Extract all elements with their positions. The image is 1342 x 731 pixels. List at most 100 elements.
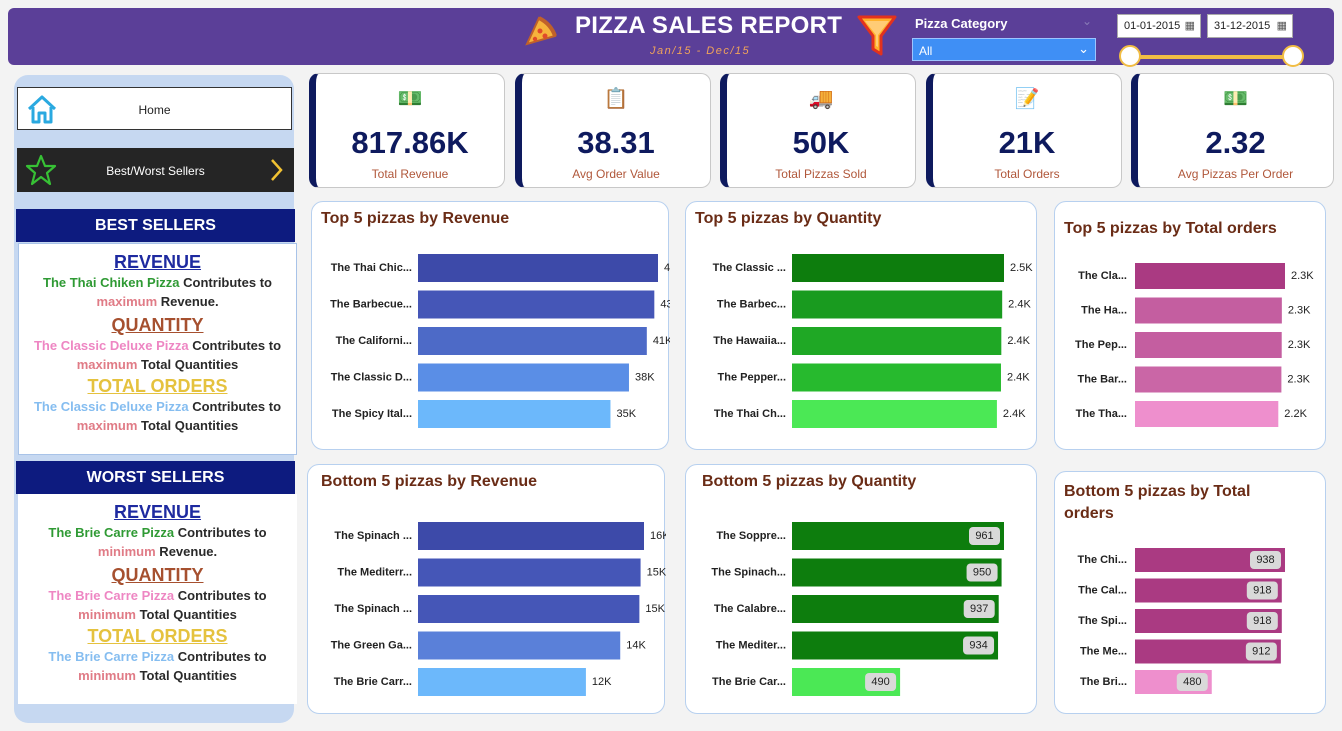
date-slider-track[interactable] <box>1130 55 1293 59</box>
bar[interactable] <box>792 290 1003 319</box>
category-tick-label: The Soppre... <box>716 530 786 542</box>
worst-sellers-heading: WORST SELLERS <box>16 461 295 494</box>
category-tick-label: The Thai Ch... <box>714 408 786 420</box>
kpi-label: Avg Pizzas Per Order <box>1177 167 1294 181</box>
category-tick-label: The Cla... <box>1078 270 1127 282</box>
category-tick-label: The Ha... <box>1081 304 1127 316</box>
category-tick-label: The Classic ... <box>713 262 786 274</box>
date-slider-start-handle[interactable] <box>1119 45 1141 67</box>
category-tick-label: The Spinach ... <box>334 603 412 615</box>
chart-card-top-revenue: Top 5 pizzas by Revenue The Thai Chic...… <box>311 201 670 450</box>
pizza-category-label: Pizza Category <box>915 16 1008 31</box>
category-tick-label: The Barbec... <box>717 298 786 310</box>
bar[interactable] <box>1135 401 1279 427</box>
bar[interactable] <box>418 290 655 319</box>
best-quantity-title: QUANTITY <box>111 315 204 335</box>
category-tick-label: The Pep... <box>1075 339 1127 351</box>
chevron-right-icon <box>271 159 283 181</box>
bar[interactable] <box>418 363 629 392</box>
bar[interactable] <box>418 631 621 660</box>
category-tick-label: The Classic D... <box>331 371 412 383</box>
category-tick-label: The Tha... <box>1076 408 1127 420</box>
end-date-input[interactable]: 31-12-2015 ▦ <box>1207 14 1293 38</box>
worst-quantity-title: QUANTITY <box>111 565 204 585</box>
data-label: 2.4K <box>1008 298 1031 310</box>
category-tick-label: The Hawaiia... <box>713 335 786 347</box>
category-tick-label: The Spi... <box>1078 615 1127 627</box>
pizza-category-select[interactable]: All ⌄ <box>912 38 1096 61</box>
bar[interactable] <box>1135 332 1282 358</box>
money-icon: 💵 <box>1223 88 1248 110</box>
bar[interactable] <box>1135 297 1282 324</box>
kpi-value: 38.31 <box>577 125 655 160</box>
worst-revenue-pizza: The Brie Carre Pizza <box>48 525 175 540</box>
data-label: 480 <box>1183 676 1201 688</box>
bar[interactable] <box>418 522 644 550</box>
worst-sellers-panel: REVENUE The Brie Carre Pizza Contributes… <box>18 494 297 704</box>
bar[interactable] <box>418 400 611 428</box>
calendar-icon[interactable]: ▦ <box>1277 19 1287 32</box>
bar[interactable] <box>418 558 641 587</box>
calendar-icon[interactable]: ▦ <box>1185 19 1195 32</box>
kpi-card-avg-pizzas-per-order: 💵 2.32 Avg Pizzas Per Order <box>1131 73 1334 188</box>
best-quantity-pizza: The Classic Deluxe Pizza <box>33 338 189 353</box>
category-tick-label: The Bar... <box>1077 373 1127 385</box>
data-label: 912 <box>1252 645 1270 657</box>
kpi-label: Avg Order Value <box>572 167 660 181</box>
category-tick-label: The Brie Carr... <box>334 676 412 688</box>
bar[interactable] <box>792 400 997 428</box>
category-tick-label: The Bri... <box>1080 676 1127 688</box>
chart-card-top-quantity: Top 5 pizzas by Quantity The Classic ...… <box>685 201 1037 450</box>
data-label: 2.4K <box>1007 335 1030 347</box>
data-label: 950 <box>973 566 991 578</box>
data-label: 35K <box>616 408 636 420</box>
bar[interactable] <box>792 254 1004 282</box>
kpi-value: 2.32 <box>1205 125 1266 160</box>
kpi-value: 50K <box>792 125 850 160</box>
category-tick-label: The Thai Chic... <box>331 262 412 274</box>
data-label: 38K <box>635 371 655 383</box>
chart-card-bottom-orders: Bottom 5 pizzas by Total orders The Chi.… <box>1054 471 1326 714</box>
bar[interactable] <box>418 254 658 282</box>
category-tick-label: The Californi... <box>336 335 412 347</box>
data-label: 2.4K <box>1007 371 1030 383</box>
kpi-card-avg-order-value: 📋 38.31 Avg Order Value <box>515 73 711 188</box>
bar[interactable] <box>418 327 647 355</box>
data-label: 490 <box>871 676 889 688</box>
chevron-down-icon[interactable]: ⌄ <box>1082 14 1092 28</box>
category-tick-label: The Barbecue... <box>330 298 412 310</box>
category-tick-label: The Green Ga... <box>331 639 412 651</box>
delivery-icon: 🚚 <box>808 88 834 110</box>
best-total-orders-pizza: The Classic Deluxe Pizza <box>33 399 189 414</box>
bar[interactable] <box>792 327 1002 355</box>
worst-total-orders-pizza: The Brie Carre Pizza <box>48 649 175 664</box>
chevron-down-icon: ⌄ <box>1078 41 1089 56</box>
worst-quantity-pizza: The Brie Carre Pizza <box>48 588 175 603</box>
data-label: 934 <box>969 639 987 651</box>
page-title: PIZZA SALES REPORT <box>575 12 843 39</box>
worst-revenue-title: REVENUE <box>113 502 202 522</box>
category-tick-label: The Mediterr... <box>337 566 412 578</box>
bar[interactable] <box>792 363 1001 392</box>
best-total-orders-title: TOTAL ORDERS <box>87 376 228 396</box>
start-date-value: 01-01-2015 <box>1124 20 1181 32</box>
data-label: 2.4K <box>1003 408 1026 420</box>
chart-card-bottom-revenue: Bottom 5 pizzas by Revenue The Spinach .… <box>307 464 666 714</box>
date-slider-end-handle[interactable] <box>1282 45 1304 67</box>
top-quantity-chart: The Classic ... 2.5K The Barbec... 2.4K The … <box>713 254 1033 428</box>
kpi-label: Total Pizzas Sold <box>775 167 867 181</box>
bottom-revenue-chart: The Spinach ... 16K The Mediterr... 15K The … <box>331 522 666 696</box>
home-nav-button[interactable]: Home <box>17 87 292 130</box>
data-label: 14K <box>626 639 646 651</box>
start-date-input[interactable]: 01-01-2015 ▦ <box>1117 14 1201 38</box>
best-worst-sellers-nav-button[interactable]: Best/Worst Sellers <box>17 148 294 192</box>
bar[interactable] <box>418 595 640 623</box>
bar[interactable] <box>418 668 586 696</box>
bar[interactable] <box>1135 263 1285 289</box>
best-sellers-heading: BEST SELLERS <box>16 209 295 242</box>
worst-total-orders-title: TOTAL ORDERS <box>87 626 228 646</box>
data-label: 2.3K <box>1291 270 1314 282</box>
data-label: 918 <box>1253 615 1271 627</box>
bar[interactable] <box>1135 366 1282 393</box>
pizza-category-value: All <box>919 44 933 58</box>
